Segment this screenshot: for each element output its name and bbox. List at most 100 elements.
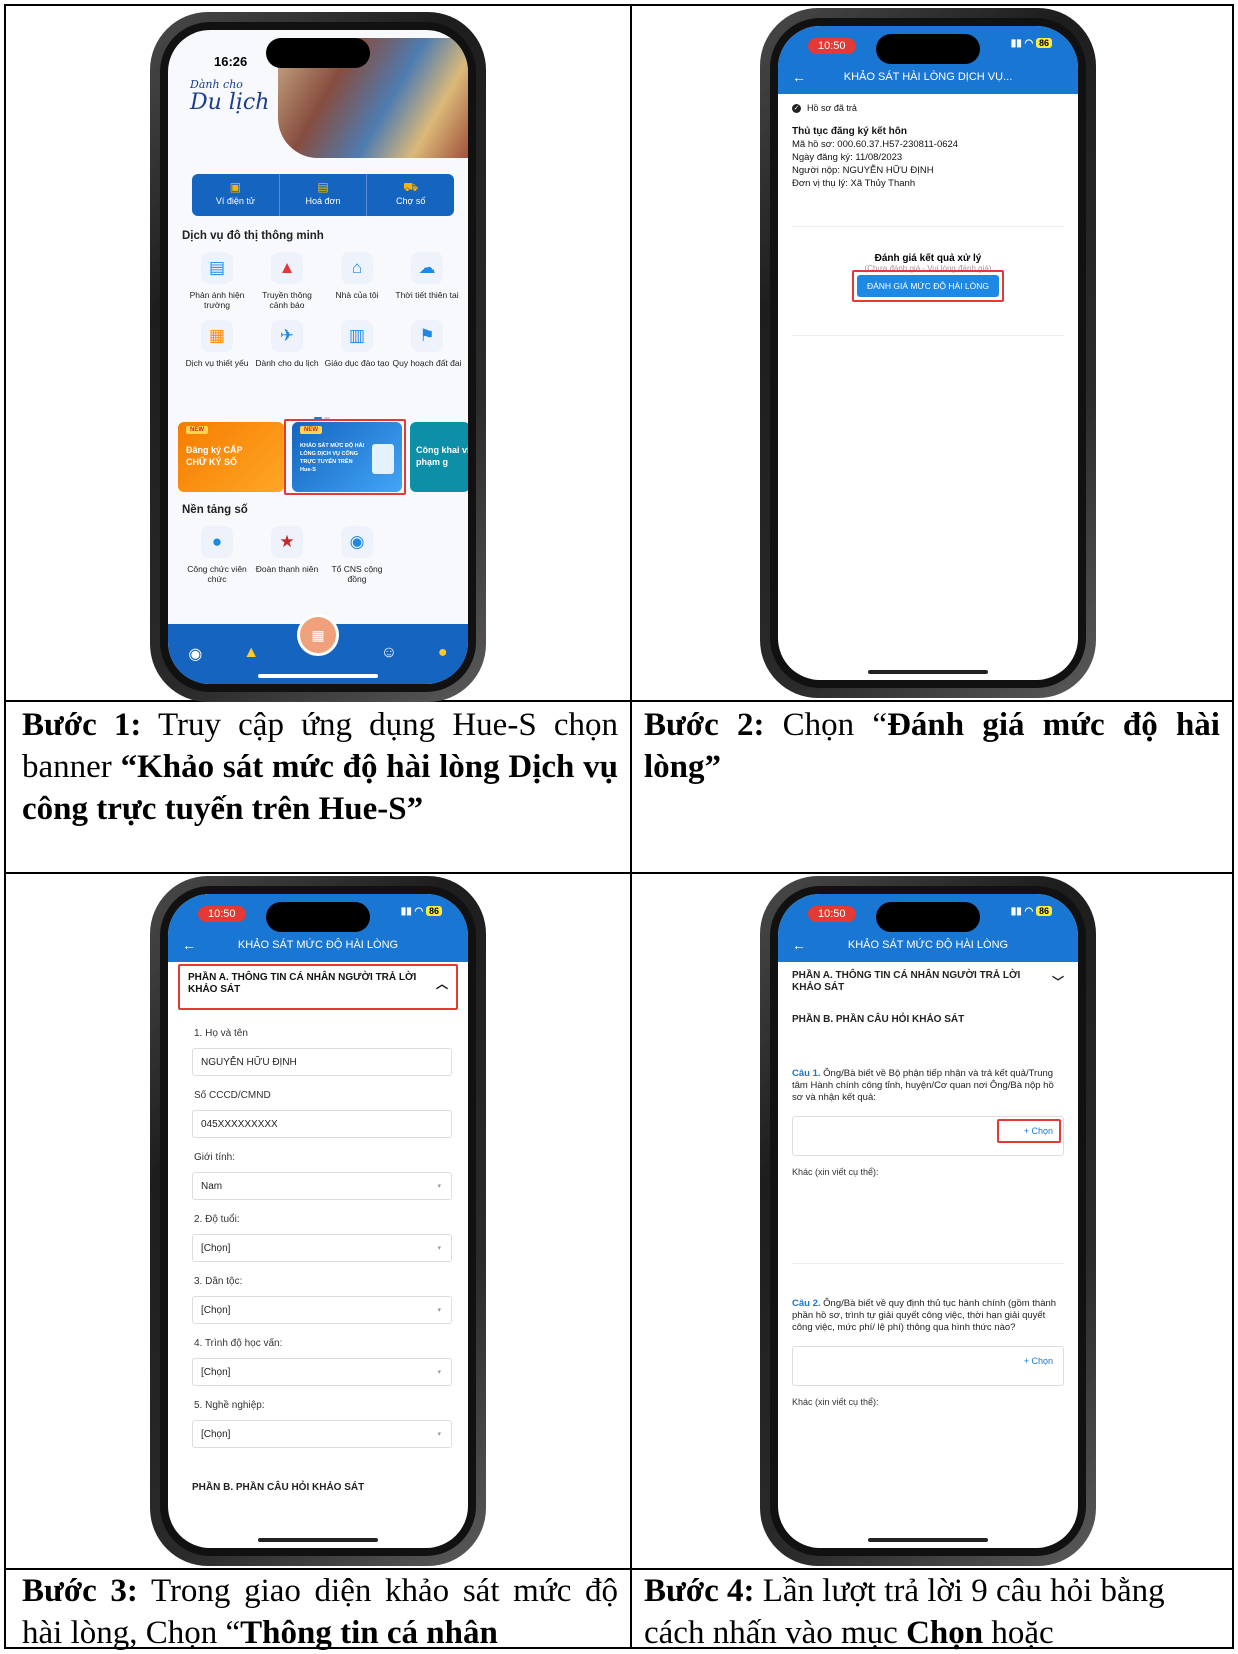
step-2-caption: Bước 2: Chọn “Đánh giá mức độ hài lòng”: [644, 707, 1220, 785]
service-icon: ⌂: [341, 252, 373, 284]
record-code: Mã hồ sơ: 000.60.37.H57-230811-0624: [792, 139, 959, 150]
handling-unit: Đơn vị thụ lý: Xã Thủy Thanh: [792, 178, 916, 189]
table-row-divider: [4, 872, 1234, 874]
choose-button[interactable]: + Chọn: [1024, 1355, 1053, 1367]
chevron-down-icon: ﹀: [1051, 975, 1064, 989]
phone-step-2: 10:50 ▮▮ ◠ 86 ← KHẢO SÁT HÀI LÒNG DỊCH V…: [760, 8, 1096, 698]
banner-violations[interactable]: Công khai vi phạm g: [410, 422, 468, 492]
wallet-item[interactable]: ▣ Ví điện tử: [192, 174, 280, 216]
answer-box-1[interactable]: + Chọn: [792, 1116, 1064, 1156]
home-indicator: [258, 1538, 378, 1542]
service-item[interactable]: ▥ Giáo dục đào tạo: [322, 320, 392, 368]
service-label: Tổ CNS cộng đồng: [331, 564, 383, 584]
phone-screen: 10:50 ▮▮ ◠ 86 ← KHẢO SÁT MỨC ĐỘ HÀI LÒNG…: [778, 894, 1078, 1548]
select-field[interactable]: [Chọn] ▾: [192, 1420, 452, 1448]
home-indicator: [868, 670, 988, 674]
service-label: Phản ánh hiện trường: [189, 290, 245, 310]
screen-title: KHẢO SÁT MỨC ĐỘ HÀI LÒNG: [237, 939, 399, 951]
procedure-name: Thủ tục đăng ký kết hôn: [792, 126, 908, 137]
dropdown-arrow-icon: ▾: [437, 1183, 441, 1190]
record-details: ✓ Hồ sơ đã trả Thủ tục đăng ký kết hôn Mã…: [778, 94, 1078, 198]
status-time: 16:26: [214, 54, 248, 69]
text-field[interactable]: 045XXXXXXXXX: [192, 1110, 452, 1138]
service-item[interactable]: ⚑ Quy hoạch đất đai: [392, 320, 462, 368]
table-column-divider: [630, 4, 632, 1649]
service-item[interactable]: ▦ Dịch vụ thiết yếu: [182, 320, 252, 368]
service-item[interactable]: ▲ Truyền thông cảnh báo: [252, 252, 322, 310]
dynamic-island: [876, 34, 980, 64]
status-time: 10:50: [198, 906, 246, 922]
app-bar: ← KHẢO SÁT HÀI LÒNG DỊCH VỤ...: [778, 62, 1078, 92]
record-status: ✓ Hồ sơ đã trả: [792, 103, 857, 113]
service-icon: ▦: [201, 320, 233, 352]
step-3-caption: Bước 3: Trong giao diện khảo sát mức độ …: [22, 1573, 618, 1651]
service-icon: ▥: [341, 320, 373, 352]
location-icon[interactable]: ●: [438, 644, 448, 664]
banner-digital-signature[interactable]: NEW Đăng ký CẤP CHỮ KÝ SỐ: [178, 422, 284, 492]
battery-icon: 86: [1035, 906, 1052, 916]
dropdown-arrow-icon: ▾: [437, 1369, 441, 1376]
service-label: Truyền thông cảnh báo: [262, 290, 312, 310]
service-icon: ✈: [271, 320, 303, 352]
assistant-icon[interactable]: ☺: [381, 644, 397, 664]
dynamic-island: [266, 902, 370, 932]
service-icon: ☁: [411, 252, 443, 284]
survey-body: PHẦN A. THÔNG TIN CÁ NHÂN NGƯỜI TRẢ LỜI …: [778, 962, 1078, 1416]
select-field[interactable]: [Chọn] ▾: [192, 1358, 452, 1386]
highlight-box: [997, 1119, 1061, 1143]
section-b-header[interactable]: PHẦN B. PHẦN CÂU HỎI KHẢO SÁT: [192, 1482, 364, 1493]
qr-scan-button[interactable]: ▦: [297, 614, 339, 656]
service-item[interactable]: ★ Đoàn thanh niên: [252, 526, 322, 584]
service-item[interactable]: ● Công chức viên chức: [182, 526, 252, 584]
section-a-header[interactable]: PHẦN A. THÔNG TIN CÁ NHÂN NGƯỜI TRẢ LỜI …: [792, 970, 1064, 994]
hue-s-icon[interactable]: ◉: [188, 644, 202, 664]
evaluation-section: Đánh giá kết quả xử lý (Chưa đánh giá - …: [792, 226, 1064, 336]
status-icons: ▮▮ ◠ 86: [1011, 906, 1052, 917]
back-arrow-icon[interactable]: ←: [792, 62, 806, 92]
invoice-item[interactable]: ▤ Hoá đơn: [280, 174, 368, 216]
battery-icon: 86: [1035, 38, 1052, 48]
service-label: Quy hoạch đất đai: [392, 358, 462, 368]
brand-title: Du lịch: [190, 90, 270, 115]
back-arrow-icon[interactable]: ←: [182, 930, 196, 960]
wallet-icon: ▣: [229, 180, 241, 194]
service-item[interactable]: ✈ Dành cho du lịch: [252, 320, 322, 368]
field-label: 3. Dân tộc:: [194, 1276, 243, 1287]
home-indicator: [258, 674, 378, 678]
other-input[interactable]: [792, 1178, 1064, 1264]
select-field[interactable]: [Chọn] ▾: [192, 1234, 452, 1262]
field-label: 4. Trình độ học vấn:: [194, 1338, 283, 1349]
step-1-caption: Bước 1: Truy cập ứng dụng Hue-S chọn ban…: [22, 707, 618, 827]
highlight-box: [178, 964, 458, 1010]
select-field[interactable]: Nam ▾: [192, 1172, 452, 1200]
field-label: 5. Nghề nghiệp:: [194, 1400, 265, 1411]
service-item[interactable]: ☁ Thời tiết thiên tai: [392, 252, 462, 310]
select-field[interactable]: [Chọn] ▾: [192, 1296, 452, 1324]
section-b-header: PHẦN B. PHẦN CÂU HỎI KHẢO SÁT: [792, 1014, 965, 1025]
status-time: 10:50: [808, 906, 856, 922]
platform-grid: ● Công chức viên chức ★ Đoàn thanh niên ◉ Tổ …: [182, 526, 462, 584]
new-badge: NEW: [186, 426, 208, 434]
screen-title: KHẢO SÁT MỨC ĐỘ HÀI LÒNG: [847, 939, 1009, 951]
service-icon: ▤: [201, 252, 233, 284]
service-item[interactable]: ⌂ Nhà của tôi: [322, 252, 392, 310]
service-icon: ★: [271, 526, 303, 558]
app-bar: ← KHẢO SÁT MỨC ĐỘ HÀI LÒNG: [168, 930, 468, 960]
service-item[interactable]: ▤ Phản ánh hiện trường: [182, 252, 252, 310]
bell-icon[interactable]: ▲: [243, 644, 259, 664]
service-icon: ▲: [271, 252, 303, 284]
table-row-divider: [4, 700, 1234, 702]
back-arrow-icon[interactable]: ←: [792, 930, 806, 960]
text-field[interactable]: NGUYỄN HỮU ĐỊNH: [192, 1048, 452, 1076]
other-label: Khác (xin viết cụ thể):: [792, 1167, 879, 1177]
market-item[interactable]: ⛟ Chợ số: [367, 174, 454, 216]
dynamic-island: [876, 902, 980, 932]
service-icon: ◉: [341, 526, 373, 558]
wallet-bar: ▣ Ví điện tử ▤ Hoá đơn ⛟ Chợ số: [192, 174, 454, 216]
phone-step-4: 10:50 ▮▮ ◠ 86 ← KHẢO SÁT MỨC ĐỘ HÀI LÒNG…: [760, 876, 1096, 1566]
phone-step-3: 10:50 ▮▮ ◠ 86 ← KHẢO SÁT MỨC ĐỘ HÀI LÒNG…: [150, 876, 486, 1566]
service-icon: ⚑: [411, 320, 443, 352]
home-indicator: [868, 1538, 988, 1542]
service-item[interactable]: ◉ Tổ CNS cộng đồng: [322, 526, 392, 584]
answer-box-2[interactable]: + Chọn: [792, 1346, 1064, 1386]
